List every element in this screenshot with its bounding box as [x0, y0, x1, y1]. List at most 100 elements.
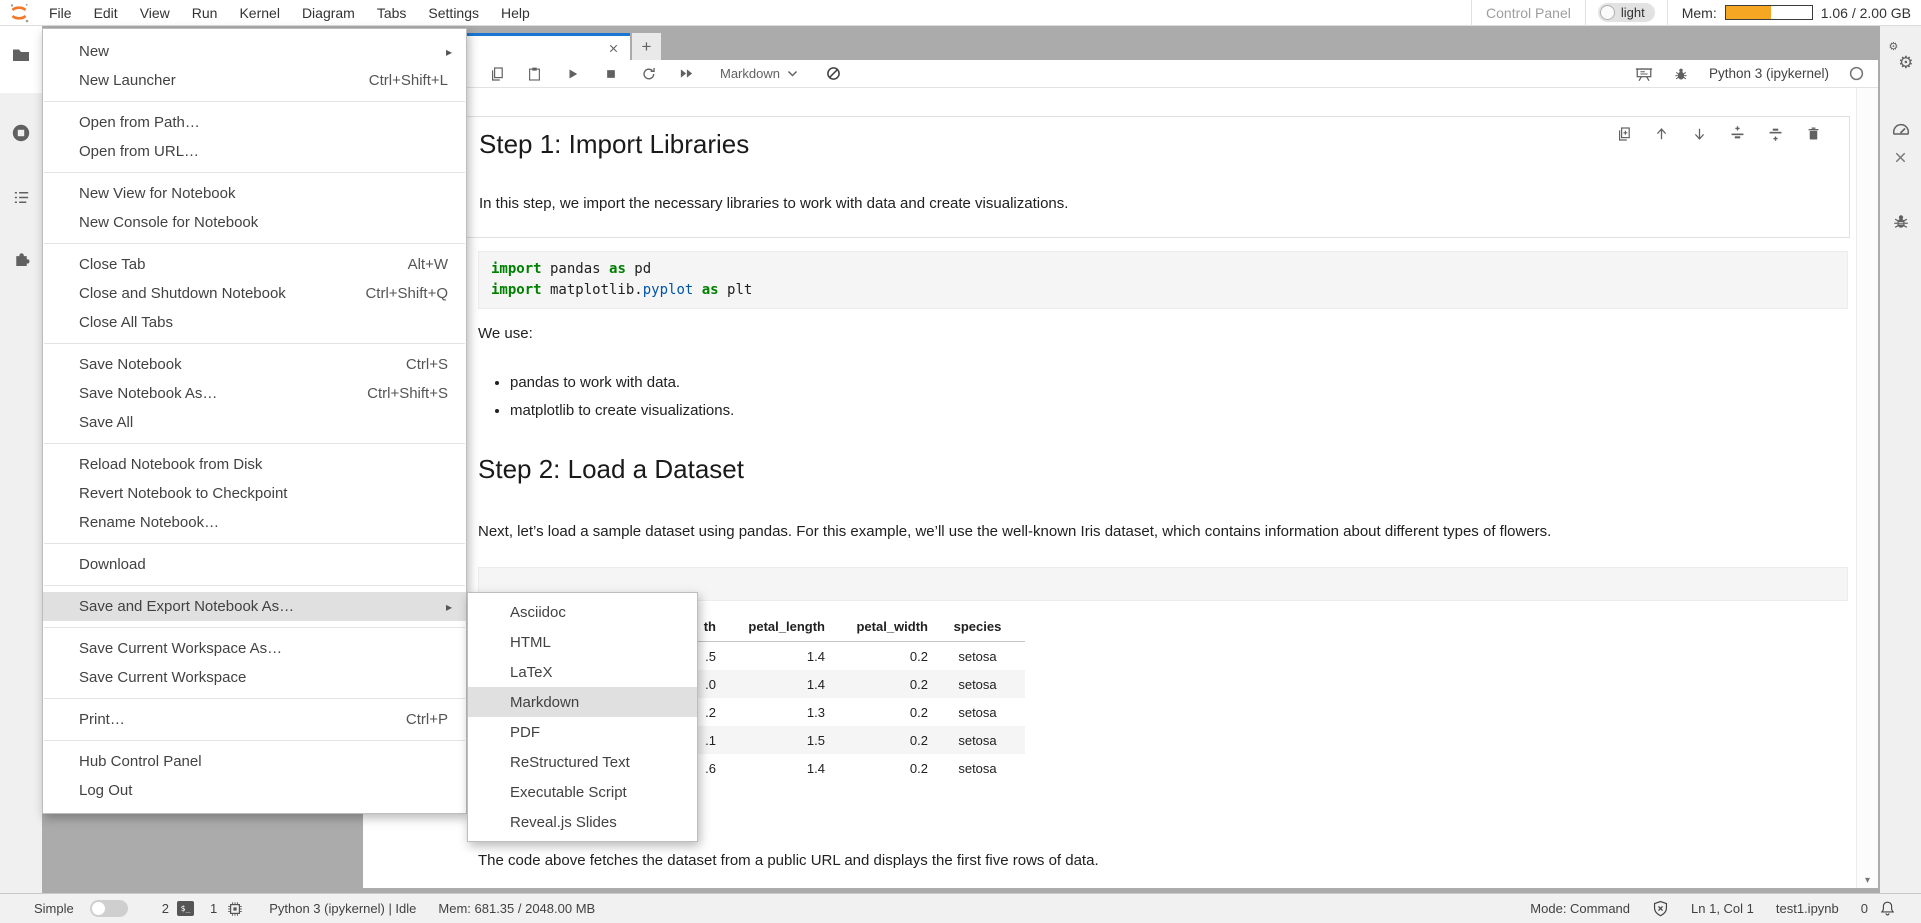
menu-item-close-all-tabs[interactable]: Close All Tabs	[43, 308, 466, 337]
menu-separator	[43, 734, 466, 747]
menu-separator	[43, 579, 466, 592]
menu-item-open-from-path[interactable]: Open from Path…	[43, 108, 466, 137]
property-inspector-icon[interactable]: ⚙⚙	[1880, 44, 1921, 68]
debugger-icon[interactable]	[1880, 212, 1921, 230]
file-browser-icon[interactable]	[0, 45, 42, 65]
table-cell: 0.2	[827, 705, 930, 720]
menu-item-close-tab[interactable]: Close TabAlt+W	[43, 250, 466, 279]
menu-item-close-and-shutdown-notebook[interactable]: Close and Shutdown NotebookCtrl+Shift+Q	[43, 279, 466, 308]
add-tab-button[interactable]: +	[632, 33, 661, 60]
close-icon[interactable]	[1880, 150, 1921, 165]
scroll-down-arrow-icon[interactable]: ▾	[1857, 875, 1878, 886]
table-header-row: thpetal_lengthpetal_widthspecies	[648, 612, 1025, 642]
simple-mode-toggle[interactable]	[90, 900, 128, 917]
menu-shortcut: Alt+W	[408, 256, 454, 273]
menu-item-save-current-workspace[interactable]: Save Current Workspace	[43, 663, 466, 692]
slideshow-icon[interactable]	[1635, 65, 1653, 83]
menu-item-save-and-export-notebook-as[interactable]: Save and Export Notebook As…▸	[43, 592, 466, 621]
menubar-edit[interactable]: Edit	[83, 0, 129, 25]
active-filename[interactable]: test1.ipynb	[1776, 901, 1839, 916]
extension-manager-icon[interactable]	[0, 248, 42, 267]
export-option-reveal-js-slides[interactable]: Reveal.js Slides	[468, 807, 697, 837]
cell-type-dropdown[interactable]: Markdown	[720, 66, 799, 81]
table-cell: setosa	[930, 761, 1025, 776]
menubar-kernel[interactable]: Kernel	[228, 0, 290, 25]
interrupt-kernel-icon[interactable]	[602, 65, 619, 82]
menu-item-save-current-workspace-as[interactable]: Save Current Workspace As…	[43, 634, 466, 663]
menu-item-log-out[interactable]: Log Out	[43, 776, 466, 805]
menubar-view[interactable]: View	[129, 0, 181, 25]
menu-item-print[interactable]: Print…Ctrl+P	[43, 705, 466, 734]
menu-item-open-from-url[interactable]: Open from URL…	[43, 137, 466, 166]
trust-shield-icon[interactable]	[1652, 900, 1669, 917]
menu-item-hub-control-panel[interactable]: Hub Control Panel	[43, 747, 466, 776]
export-option-markdown[interactable]: Markdown	[468, 687, 697, 717]
delete-cell-icon[interactable]	[1805, 125, 1822, 142]
insert-cell-above-icon[interactable]	[1729, 125, 1746, 142]
export-option-executable-script[interactable]: Executable Script	[468, 777, 697, 807]
export-submenu: AsciidocHTMLLaTeXMarkdownPDFReStructured…	[467, 592, 698, 842]
kernel-status-text[interactable]: Python 3 (ipykernel) | Idle	[269, 901, 416, 916]
export-option-latex[interactable]: LaTeX	[468, 657, 697, 687]
toggle-knob-icon	[92, 902, 105, 915]
export-option-asciidoc[interactable]: Asciidoc	[468, 597, 697, 627]
menu-separator	[43, 337, 466, 350]
submenu-arrow-icon: ▸	[446, 600, 454, 614]
restart-run-all-icon[interactable]	[678, 65, 695, 82]
table-cell: 1.4	[718, 761, 827, 776]
running-kernels-icon[interactable]	[0, 123, 42, 143]
table-row: .01.40.2setosa	[648, 670, 1025, 698]
kernel-status-icon[interactable]	[1849, 66, 1864, 81]
menu-item-new-console-for-notebook[interactable]: New Console for Notebook	[43, 208, 466, 237]
export-option-html[interactable]: HTML	[468, 627, 697, 657]
menu-item-save-notebook-as[interactable]: Save Notebook As…Ctrl+Shift+S	[43, 379, 466, 408]
menu-item-new-launcher[interactable]: New LauncherCtrl+Shift+L	[43, 66, 466, 95]
menu-item-save-all[interactable]: Save All	[43, 408, 466, 437]
copy-cells-icon[interactable]	[488, 65, 505, 82]
duplicate-cell-icon[interactable]	[1615, 125, 1632, 142]
export-option-restructured-text[interactable]: ReStructured Text	[468, 747, 697, 777]
sync-circle-icon[interactable]	[825, 65, 842, 82]
paste-cells-icon[interactable]	[526, 65, 543, 82]
table-of-contents-icon[interactable]	[0, 188, 42, 207]
move-cell-down-icon[interactable]	[1691, 125, 1708, 142]
menu-item-new[interactable]: New▸	[43, 37, 466, 66]
code-cell-imports[interactable]: import pandas as pdimport matplotlib.pyp…	[478, 251, 1848, 309]
terminal-icon[interactable]: $_	[177, 901, 194, 916]
cursor-position-text[interactable]: Ln 1, Col 1	[1691, 901, 1754, 916]
move-cell-up-icon[interactable]	[1653, 125, 1670, 142]
control-panel-link[interactable]: Control Panel	[1472, 5, 1585, 21]
restart-kernel-icon[interactable]	[640, 65, 657, 82]
run-cell-icon[interactable]	[564, 65, 581, 82]
theme-toggle[interactable]: light	[1598, 3, 1655, 22]
memory-value: 1.06 / 2.00 GB	[1821, 5, 1911, 21]
jupyter-logo-icon	[0, 0, 38, 25]
menubar-settings[interactable]: Settings	[417, 0, 490, 25]
menu-item-rename-notebook[interactable]: Rename Notebook…	[43, 508, 466, 537]
tab-close-icon[interactable]	[607, 42, 620, 55]
kernel-name[interactable]: Python 3 (ipykernel)	[1709, 66, 1829, 81]
kernel-chip-icon[interactable]	[227, 901, 243, 917]
column-header-petal-width: petal_width	[827, 619, 930, 634]
menubar-run[interactable]: Run	[181, 0, 229, 25]
insert-cell-below-icon[interactable]	[1767, 125, 1784, 142]
status-bar-left: Simple 2 $_ 1 Python 3 (ipykernel) | Idl…	[0, 900, 595, 917]
debugger-bug-icon[interactable]	[1673, 66, 1689, 82]
menubar-diagram[interactable]: Diagram	[291, 0, 366, 25]
paragraph-caption: The code above fetches the dataset from …	[478, 852, 1099, 869]
menubar-tabs[interactable]: Tabs	[366, 0, 418, 25]
menu-item-save-notebook[interactable]: Save NotebookCtrl+S	[43, 350, 466, 379]
bullet-item: matplotlib to create visualizations.	[510, 402, 734, 419]
menubar-file[interactable]: File	[38, 0, 83, 25]
system-monitor-gauge-icon[interactable]	[1880, 120, 1921, 140]
menu-item-revert-notebook-to-checkpoint[interactable]: Revert Notebook to Checkpoint	[43, 479, 466, 508]
menu-item-download[interactable]: Download	[43, 550, 466, 579]
notifications-bell-icon[interactable]	[1880, 900, 1895, 917]
markdown-cell-step1[interactable]: Step 1: Import Libraries In this step, w…	[390, 116, 1850, 238]
menu-item-reload-notebook-from-disk[interactable]: Reload Notebook from Disk	[43, 450, 466, 479]
menu-item-new-view-for-notebook[interactable]: New View for Notebook	[43, 179, 466, 208]
command-mode-text[interactable]: Mode: Command	[1530, 901, 1630, 916]
export-option-pdf[interactable]: PDF	[468, 717, 697, 747]
vertical-scrollbar[interactable]: ▾	[1856, 88, 1878, 888]
menubar-help[interactable]: Help	[490, 0, 541, 25]
